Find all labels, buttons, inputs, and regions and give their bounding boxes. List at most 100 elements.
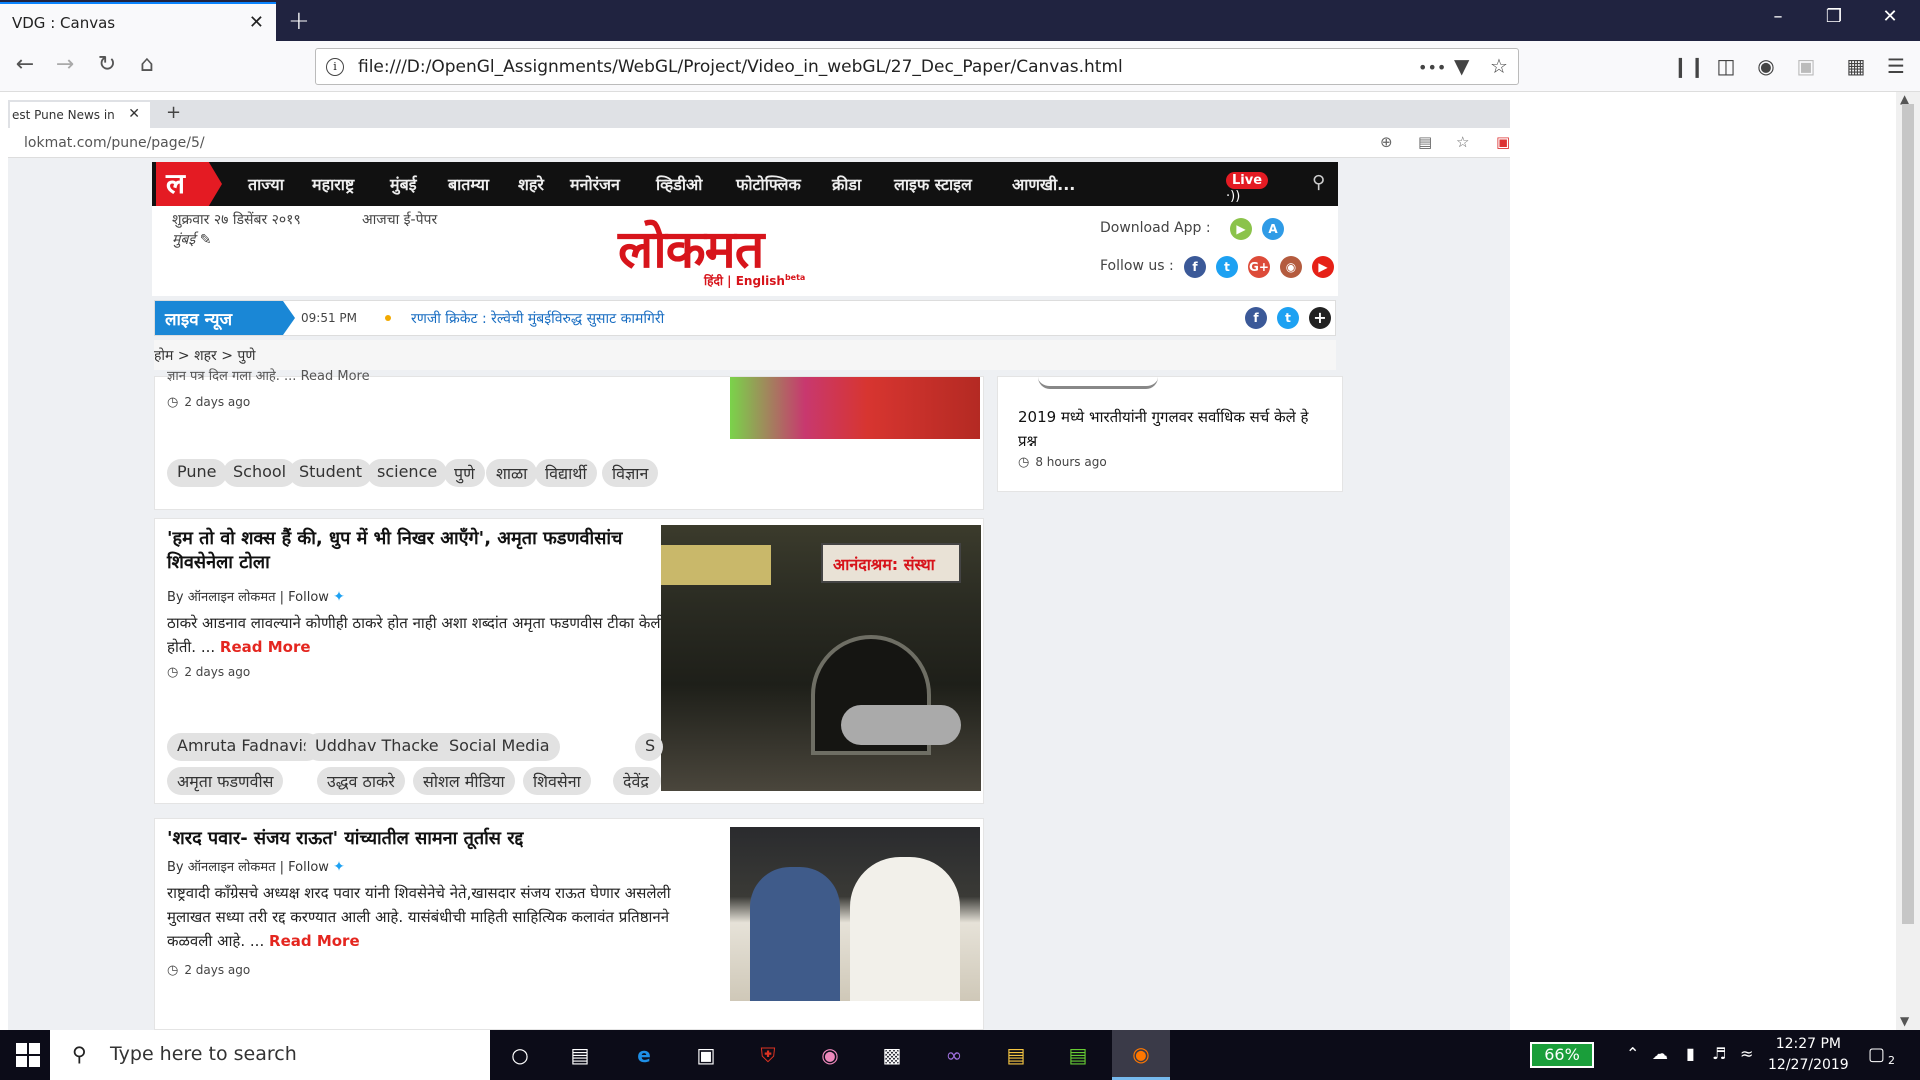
tab-close-icon[interactable]: ✕ [249,12,264,33]
tag: अमृता फडणवीस [167,767,284,795]
taskbar-search-placeholder: Type here to search [110,1043,297,1065]
article-photo [730,827,980,1001]
vertical-scrollbar[interactable]: ▲ ▼ [1896,92,1920,1030]
beta-label: beta [784,273,806,282]
minimize-button[interactable]: – [1758,6,1798,27]
pocket-icon[interactable]: ▼ [1454,54,1469,78]
sidebar-icon[interactable]: ◫ [1712,54,1740,78]
nav-item: लाइफ स्टाइल [894,175,972,194]
download-app-label: Download App : [1100,220,1211,236]
article-photo [730,377,980,439]
notification-center-icon[interactable]: ▢ [1868,1044,1885,1065]
live-tv-icon: Live ·)) [1226,172,1284,204]
info-icon[interactable]: i [326,57,344,76]
task-view-icon[interactable]: ▤ [563,1040,597,1070]
city-selector: मुंबई ✎ [172,232,212,248]
onedrive-icon[interactable]: ☁ [1652,1044,1668,1063]
side-article-headline: 2019 मध्ये भारतीयांनी गुगलवर सर्वाधिक सर… [1018,408,1309,450]
notification-count: 2 [1888,1054,1895,1067]
article-card: 'हम तो वो शक्स हैं की, धुप में भी निखर आ… [154,518,984,804]
nav-item: फोटोफ्लिक [736,175,801,194]
extensions-puzzle-icon[interactable]: ▦ [1842,54,1870,78]
article-headline: 'शरद पवार- संजय राऊत' यांच्यातील सामना त… [167,828,524,849]
nav-item: महाराष्ट्र [312,175,355,194]
lokmat-nav-bar: ल ताज्या महाराष्ट्र मुंबई बातम्या शहरे म… [152,162,1338,206]
inner-translate-icon: ▤ [1418,133,1433,151]
battery-indicator[interactable]: 66% [1530,1042,1594,1068]
photo-person-left [750,867,840,1001]
reload-icon[interactable]: ↻ [92,52,122,77]
article-byline: By ऑनलाइन लोकमत | Follow ✦ [167,587,345,605]
restore-button[interactable]: ❐ [1814,6,1854,27]
search-icon: ⚲ [72,1042,87,1066]
menu-hamburger-icon[interactable]: ☰ [1882,54,1910,78]
forward-arrow-icon[interactable]: → [50,52,80,77]
terminal-icon[interactable]: ▩ [875,1040,909,1070]
nav-item: ताज्या [248,175,284,194]
live-news-time: 09:51 PM [301,311,357,325]
tag: देवेंद्र [613,767,661,795]
article-byline: By ऑनलाइन लोकमत | Follow ✦ [167,857,345,875]
home-icon[interactable]: ⌂ [132,52,162,77]
lokmat-header: शुक्रवार २७ डिसेंबर २०१९ आजचा ई-पेपर मुं… [152,206,1338,296]
volume-icon[interactable]: ♬ [1712,1044,1726,1063]
tag: उद्धव ठाकरे [317,767,405,795]
account-icon[interactable]: ◉ [1752,54,1780,78]
notepad-icon[interactable]: ▤ [1061,1040,1095,1070]
follow-us-label: Follow us : [1100,258,1174,274]
nav-item: व्हिडीओ [656,175,703,194]
inner-tab: est Pune News in ✕ [10,102,150,128]
article-desc: ठाकरे आडनाव लावल्याने कोणीही ठाकरे होत न… [167,611,667,659]
photo-person-right [850,857,960,1001]
share-more-icon: + [1309,307,1331,329]
extension-icon[interactable]: ▣ [1792,54,1820,78]
bookmark-star-icon[interactable]: ☆ [1490,54,1508,78]
chrome-icon[interactable]: ◉ [813,1040,847,1070]
article-card: 'शरद पवार- संजय राऊत' यांच्यातील सामना त… [154,818,984,1030]
windows-start-icon[interactable] [16,1043,40,1067]
inner-extension-icon: ▣ [1496,133,1510,151]
wifi-icon[interactable]: ≈ [1740,1044,1753,1063]
visual-studio-icon[interactable]: ∞ [937,1040,971,1070]
store-icon[interactable]: ▣ [689,1040,723,1070]
new-tab-button[interactable]: + [288,6,310,36]
browser-tab[interactable]: VDG : Canvas ✕ [0,2,276,41]
page-actions-icon[interactable]: ••• [1418,58,1446,77]
edge-icon[interactable]: e [627,1040,661,1070]
instagram-icon: ◉ [1280,256,1302,278]
share-twitter-icon: t [1277,307,1299,329]
url-text[interactable]: file:///D:/OpenGl_Assignments/WebGL/Proj… [358,57,1123,77]
tag: Amruta Fadnavis [167,733,322,761]
taskbar-search-box[interactable]: ⚲ Type here to search [50,1030,490,1080]
cortana-icon[interactable]: ○ [503,1040,537,1070]
file-explorer-icon[interactable]: ▤ [999,1040,1033,1070]
header-date: शुक्रवार २७ डिसेंबर २०१९ [172,212,301,228]
article-time: 2 days ago [167,963,250,978]
article-desc: राष्ट्रवादी काँग्रेसचे अध्यक्ष शरद पवार … [167,881,697,953]
twitter-icon: t [1216,256,1238,278]
tag: Student [289,459,372,487]
taskbar-clock[interactable]: 12:27 PM 12/27/2019 [1768,1034,1849,1076]
inner-address-bar: lokmat.com/pune/page/5/ ⊕ ▤ ☆ ▣ [8,128,1510,158]
side-article-card: 2019 मध्ये भारतीयांनी गुगलवर सर्वाधिक सर… [997,376,1343,492]
inner-new-tab-icon: + [166,102,182,123]
language-switch: हिंदी | Englishbeta [704,272,805,289]
tag: पुणे [444,459,485,487]
article-time: 2 days ago [167,665,250,680]
app-store-icon: A [1262,218,1284,240]
power-icon[interactable]: ▮ [1686,1044,1695,1063]
show-hidden-icons-icon[interactable]: ⌃ [1626,1044,1639,1063]
clock-date: 12/27/2019 [1768,1057,1849,1073]
firefox-icon[interactable]: ◉ [1112,1030,1170,1080]
epaper-link: आजचा ई-पेपर [362,212,438,228]
inner-star-icon: ☆ [1456,133,1470,151]
close-window-button[interactable]: ✕ [1870,6,1910,27]
back-arrow-icon[interactable]: ← [10,52,40,77]
library-icon[interactable]: ❙❙ [1672,54,1706,78]
scrollbar-thumb[interactable] [1902,104,1914,924]
mcafee-icon[interactable]: ⛨ [751,1040,785,1070]
desc-text: राष्ट्रवादी काँग्रेसचे अध्यक्ष शरद पवार … [167,884,671,950]
tag: विज्ञान [602,459,659,487]
scroll-down-icon[interactable]: ▼ [1900,1014,1909,1028]
url-bar[interactable]: i file:///D:/OpenGl_Assignments/WebGL/Pr… [315,48,1519,85]
